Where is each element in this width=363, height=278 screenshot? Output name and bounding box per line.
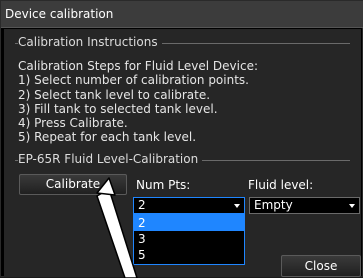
pointer-arrow-icon	[96, 177, 138, 278]
calibration-dialog: Device calibration Calibration Instructi…	[0, 0, 363, 278]
